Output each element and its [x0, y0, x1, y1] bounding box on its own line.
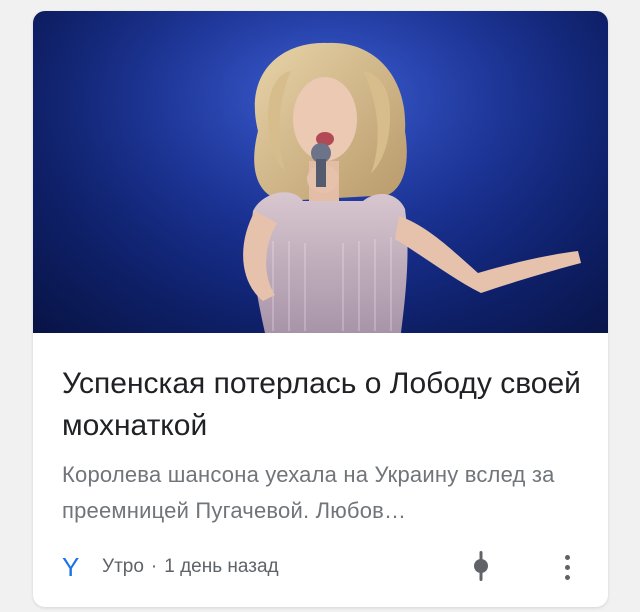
article-meta: Y Утро · 1 день назад	[62, 551, 279, 583]
article-headline[interactable]: Успенская потерлась о Лободу своей мохна…	[62, 363, 582, 447]
singer-photo	[33, 11, 608, 333]
article-snippet[interactable]: Королева шансона уехала на Украину вслед…	[62, 457, 582, 529]
more-dot	[564, 574, 570, 580]
article-image[interactable]	[33, 11, 608, 333]
more-vert-icon[interactable]	[555, 551, 579, 583]
source-name[interactable]: Утро	[102, 556, 144, 578]
source-logo-icon: Y	[62, 551, 80, 582]
meta-separator: ·	[150, 556, 158, 577]
publish-time: 1 день назад	[164, 556, 279, 577]
more-dot	[564, 554, 570, 560]
news-card[interactable]: Успенская потерлась о Лободу своей мохна…	[33, 11, 608, 607]
more-dot	[564, 564, 570, 570]
follow-pin-icon[interactable]	[467, 549, 495, 583]
